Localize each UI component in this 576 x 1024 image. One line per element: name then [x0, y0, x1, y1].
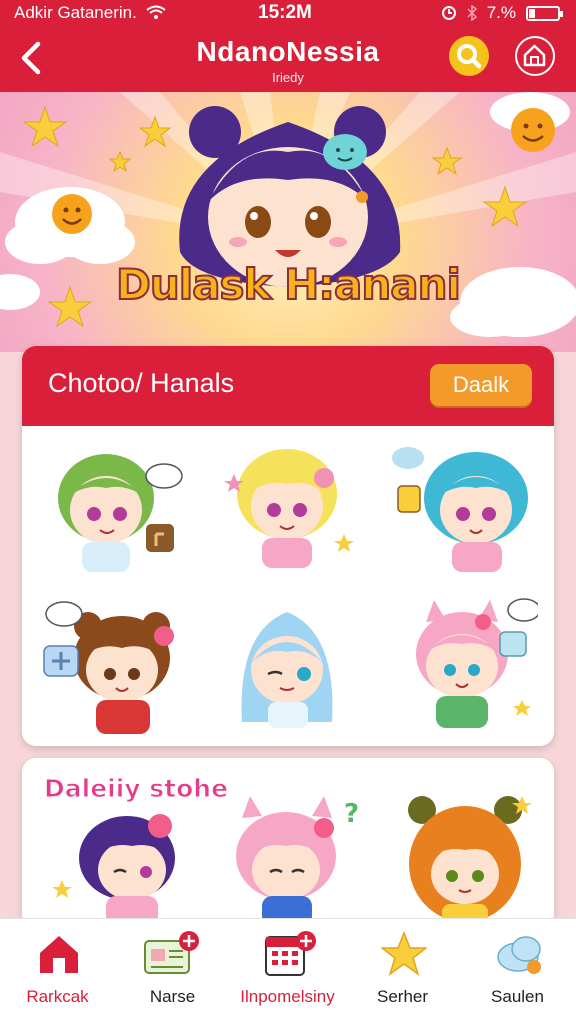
app-header: NdanoNessia Iriedy	[0, 28, 576, 92]
star-icon	[381, 931, 427, 976]
tab-label: Serher	[376, 987, 429, 1006]
cloud-icon	[497, 936, 541, 974]
character-sticker-pink: ?	[236, 796, 359, 926]
section-action-button[interactable]: Daalk	[430, 364, 532, 406]
house-icon	[523, 44, 546, 67]
daily-character-row[interactable]: ?	[22, 788, 554, 928]
svg-text:?: ?	[344, 799, 359, 829]
daily-section: Daleiiy stohe ?	[22, 758, 554, 928]
search-icon	[457, 44, 482, 69]
battery-percent: 7.%	[486, 3, 516, 22]
character-grid	[22, 426, 554, 746]
alarm-icon	[441, 6, 456, 20]
tab-saulen[interactable]: Saulen	[460, 919, 575, 1024]
battery-icon	[526, 5, 563, 21]
home-button[interactable]	[515, 36, 555, 76]
carrier-label: Adkir Gatanerin.	[14, 3, 137, 22]
search-button[interactable]	[449, 36, 489, 76]
tab-label: Narse	[149, 987, 196, 1006]
character-sticker-blonde[interactable]	[212, 434, 362, 574]
tab-home[interactable]: Rarkcak	[0, 919, 115, 1024]
cloud-hair-clip-icon	[323, 134, 367, 170]
tab-narse[interactable]: Narse	[115, 919, 230, 1024]
character-sticker-blue[interactable]	[388, 438, 538, 578]
status-bar: Adkir Gatanerin. 15:2M 7.%	[0, 0, 576, 28]
section-header: Chotoo/ Hanals Daalk	[22, 346, 554, 426]
character-sticker-orange	[408, 796, 532, 928]
bluetooth-icon	[467, 5, 477, 21]
tab-label: Ilnpomelsiny	[240, 987, 335, 1006]
home-icon	[40, 936, 78, 973]
page-title: NdanoNessia	[196, 36, 380, 67]
hero-banner: Dulask H:anani	[0, 92, 576, 352]
character-sticker-brown[interactable]	[36, 596, 186, 736]
smiley-sun-left	[52, 194, 92, 234]
tab-label: Rarkcak	[26, 987, 89, 1006]
smiley-sun-right	[511, 108, 555, 152]
section-title: Chotoo/ Hanals	[48, 368, 235, 398]
character-section: Chotoo/ Hanals Daalk	[22, 346, 554, 746]
bottom-tab-bar: Rarkcak Narse Ilnpomelsiny Serher Saulen	[0, 918, 576, 1024]
hero-illustration	[0, 92, 576, 337]
card-add-icon	[144, 931, 199, 974]
tab-label: Saulen	[491, 987, 544, 1006]
character-sticker-pink-cat[interactable]	[388, 592, 538, 732]
page-subtitle: Iriedy	[272, 70, 304, 85]
tab-ilnpomelsiny[interactable]: Ilnpomelsiny	[230, 919, 345, 1024]
character-sticker-lightblue[interactable]	[212, 592, 362, 732]
calendar-add-icon	[265, 931, 316, 976]
tab-serher[interactable]: Serher	[345, 919, 460, 1024]
wifi-icon	[146, 5, 166, 19]
character-sticker-purple	[52, 814, 175, 926]
character-sticker-green[interactable]	[36, 438, 186, 578]
hero-title: Dulask H:anani	[115, 259, 462, 310]
clock: 15:2M	[258, 2, 312, 23]
